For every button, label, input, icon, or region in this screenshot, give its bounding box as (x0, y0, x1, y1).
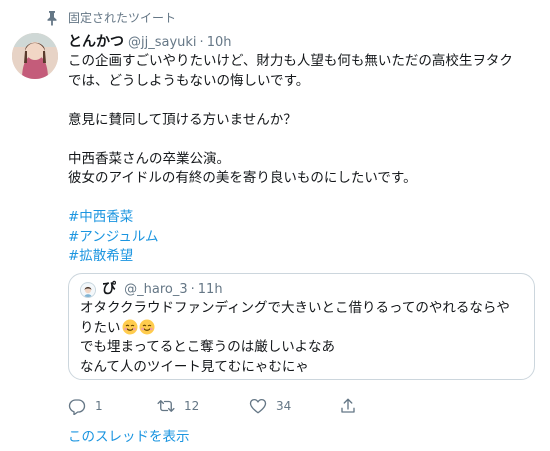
quote-line: なんて人のツイート見てむにゃむにゃ (80, 358, 309, 375)
tweet-line (68, 130, 538, 150)
quote-line-text: りたい (80, 319, 121, 336)
quote-line: りたい (80, 319, 525, 339)
quoted-tweet-header: ぴ @_haro_3 · 11h (102, 280, 223, 299)
quote-line: でも埋まってるとこ奪うのは厳しいよなあ (80, 339, 336, 355)
tweet-line: 彼女のアイドルの有終の美を寄り良いものにしたいです。 (68, 170, 417, 186)
pin-icon (47, 11, 57, 26)
separator-dot: · (190, 282, 195, 297)
tweet-timestamp: 11h (197, 282, 223, 297)
quoted-tweet[interactable]: ぴ @_haro_3 · 11h オタククラウドファンディングで大きいとこ借りるって… (68, 273, 535, 380)
pinned-label: 固定されたツイート (68, 11, 177, 25)
tweet-header: とんかつ @jj_sayuki · 10h (68, 33, 231, 51)
tweet-line: この企画すごいやりたいけど、財力も人望も何も無いただの高校生ヲタク (68, 53, 513, 69)
tweet-line: 中西香菜さんの卒業公演。 (68, 150, 230, 167)
like-count: 34 (276, 399, 292, 413)
reply-icon (68, 399, 86, 415)
share-button[interactable] (339, 397, 357, 415)
tweet-line: 意見に賛同して頂ける方いませんか？ (68, 111, 297, 128)
share-icon (341, 398, 355, 413)
hashtag-link[interactable]: #アンジュルム (68, 229, 159, 245)
tweet-actions: 1 12 34 (68, 397, 538, 419)
reply-count: 1 (95, 399, 103, 413)
tweet-timestamp[interactable]: 10h (207, 35, 232, 50)
display-name: ぴ (102, 281, 116, 297)
smiling-face-emoji (139, 319, 154, 334)
show-thread-link[interactable]: このスレッドを表示 (68, 428, 190, 446)
hashtag-link[interactable]: #拡散希望 (68, 248, 133, 264)
like-icon (249, 398, 267, 414)
avatar (80, 282, 96, 298)
retweet-count: 12 (184, 399, 200, 413)
tweet-line (68, 189, 538, 209)
hashtag-link[interactable]: #中西香菜 (68, 209, 133, 225)
tweet-line (68, 91, 538, 111)
smiling-face-emoji (122, 319, 137, 334)
display-name[interactable]: とんかつ (68, 34, 124, 50)
quote-line: オタククラウドファンディングで大きいとこ借りるってのやれるならや (80, 300, 510, 316)
tweet-line: では、どうしようもないの悔しいです。 (68, 72, 310, 89)
retweet-icon (157, 400, 175, 412)
reply-button[interactable]: 1 (68, 397, 103, 415)
like-button[interactable]: 34 (249, 397, 291, 415)
retweet-button[interactable]: 12 (157, 397, 199, 415)
tweet-body: この企画すごいやりたいけど、財力も人望も何も無いただの高校生ヲタク では、どうし… (68, 52, 538, 267)
separator-dot: · (199, 35, 204, 50)
user-handle[interactable]: @jj_sayuki (128, 35, 197, 50)
user-handle: @_haro_3 (124, 282, 188, 297)
quoted-tweet-body: オタククラウドファンディングで大きいとこ借りるってのやれるならや りたい でも埋… (80, 299, 525, 377)
avatar[interactable] (12, 33, 58, 79)
